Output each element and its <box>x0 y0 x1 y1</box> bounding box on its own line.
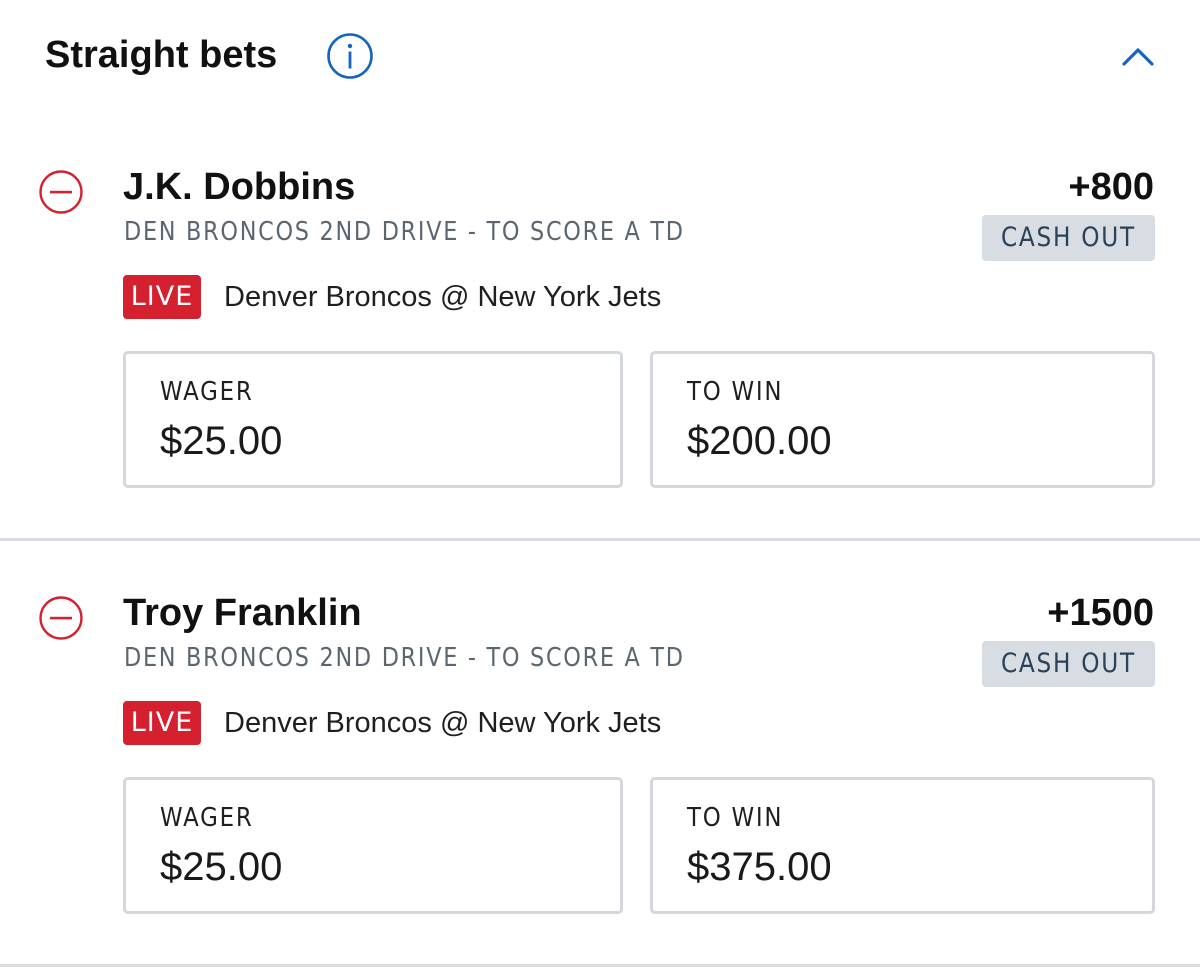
odds: +800 <box>1068 166 1154 208</box>
to-win-value: $375.00 <box>687 845 832 889</box>
wager-box[interactable]: WAGER $25.00 <box>123 777 623 914</box>
cash-out-button[interactable]: CASH OUT <box>982 641 1155 687</box>
section-title: Straight bets <box>45 34 278 76</box>
wager-box[interactable]: WAGER $25.00 <box>123 351 623 488</box>
to-win-label: TO WIN <box>687 377 784 407</box>
player-name: J.K. Dobbins <box>123 166 356 208</box>
odds: +1500 <box>1047 592 1154 634</box>
remove-circle-icon[interactable] <box>38 595 84 641</box>
to-win-box[interactable]: TO WIN $375.00 <box>650 777 1155 914</box>
market-description: DEN BRONCOS 2ND DRIVE - TO SCORE A TD <box>124 217 685 247</box>
wager-label: WAGER <box>160 377 254 407</box>
info-circle-icon[interactable] <box>326 32 374 80</box>
divider <box>0 964 1200 967</box>
to-win-box[interactable]: TO WIN $200.00 <box>650 351 1155 488</box>
chevron-up-icon[interactable] <box>1118 40 1158 74</box>
bet-slip-page: Straight bets J.K. Dobbins +800 DEN BRON… <box>0 0 1200 973</box>
wager-value: $25.00 <box>160 419 283 463</box>
bet-card: Troy Franklin +1500 DEN BRONCOS 2ND DRIV… <box>0 540 1200 966</box>
cash-out-label: CASH OUT <box>1001 648 1136 679</box>
cash-out-button[interactable]: CASH OUT <box>982 215 1155 261</box>
to-win-value: $200.00 <box>687 419 832 463</box>
wager-value: $25.00 <box>160 845 283 889</box>
event-name: Denver Broncos @ New York Jets <box>224 707 662 739</box>
event-name: Denver Broncos @ New York Jets <box>224 281 662 313</box>
bet-card: J.K. Dobbins +800 DEN BRONCOS 2ND DRIVE … <box>0 112 1200 538</box>
market-description: DEN BRONCOS 2ND DRIVE - TO SCORE A TD <box>124 643 685 673</box>
remove-circle-icon[interactable] <box>38 169 84 215</box>
live-badge: LIVE <box>123 701 201 745</box>
live-badge: LIVE <box>123 275 201 319</box>
wager-label: WAGER <box>160 803 254 833</box>
cash-out-label: CASH OUT <box>1001 222 1136 253</box>
player-name: Troy Franklin <box>123 592 362 634</box>
to-win-label: TO WIN <box>687 803 784 833</box>
straight-bets-header[interactable]: Straight bets <box>0 0 1200 112</box>
